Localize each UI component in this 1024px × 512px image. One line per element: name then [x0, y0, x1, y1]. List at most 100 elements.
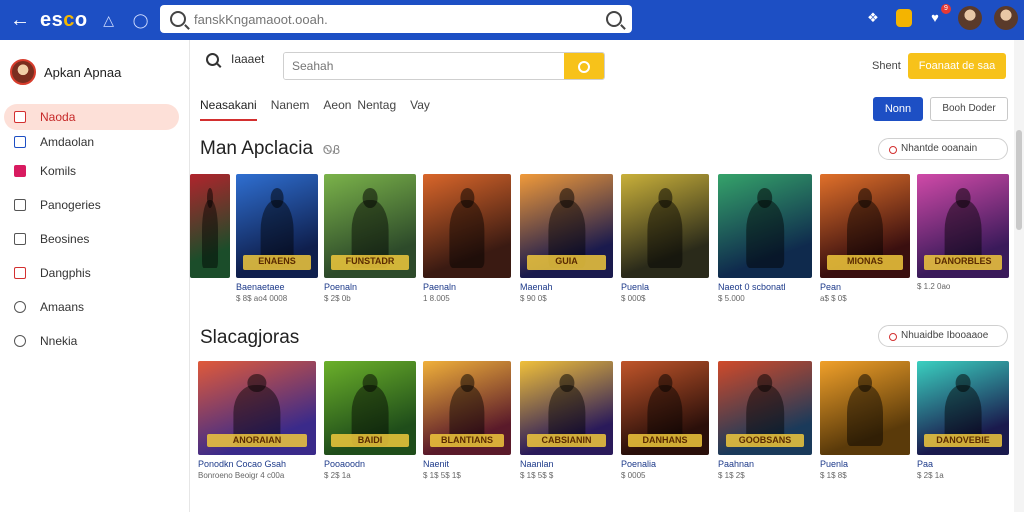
app-thumbnail[interactable] — [423, 174, 511, 278]
tab-2[interactable]: Aeon — [323, 98, 351, 121]
secondary-filter-button[interactable]: Booh Doder — [930, 97, 1008, 121]
notification-badge: 9 — [941, 4, 951, 14]
app-thumbnail[interactable]: DANORBLES — [917, 174, 1009, 278]
app-card[interactable] — [190, 174, 230, 282]
tab-1[interactable]: Nanem — [271, 98, 310, 121]
app-thumbnail[interactable]: DANHANS — [621, 361, 709, 455]
app-card[interactable]: ENAENS Baenaetaee $ 8$ ao4 0008 — [236, 174, 318, 303]
app-thumbnail[interactable]: GOOBSANS — [718, 361, 812, 455]
app-thumbnail[interactable]: DANOVEBIE — [917, 361, 1009, 455]
app-name[interactable]: Naenit — [423, 459, 511, 469]
app-name[interactable]: Paa — [917, 459, 1009, 469]
section-title: Slacagjoras — [200, 327, 300, 348]
app-thumbnail[interactable]: BLANTIANS — [423, 361, 511, 455]
app-card[interactable]: Puenla $ 1$ 8$ — [820, 361, 910, 480]
global-search-input[interactable] — [194, 11, 606, 27]
sidebar-item-games[interactable]: Komils — [4, 154, 179, 188]
app-card[interactable]: FUNSTADR Poenaln $ 2$ 0b — [324, 174, 416, 303]
app-logo[interactable]: esco — [40, 9, 88, 32]
sidebar-item-label: Naoda — [40, 110, 76, 124]
sidebar-item-links[interactable]: Amaans — [4, 290, 179, 324]
app-name[interactable]: Puenla — [621, 282, 709, 292]
app-card[interactable]: GOOBSANS Paahnan $ 1$ 2$ — [718, 361, 812, 480]
search-label: Iaaaet — [231, 52, 265, 66]
search-icon — [206, 52, 219, 66]
app-name[interactable]: Ponodkn Cocao Gsah — [198, 459, 316, 469]
puzzle-icon[interactable]: ❖ — [862, 7, 884, 29]
app-thumbnail[interactable]: CABSIANIN — [520, 361, 613, 455]
app-thumbnail[interactable]: FUNSTADR — [324, 174, 416, 278]
app-thumbnail[interactable] — [190, 174, 230, 278]
app-thumbnail[interactable]: MIONAS — [820, 174, 910, 278]
game-logo: FUNSTADR — [331, 255, 409, 270]
app-thumbnail[interactable]: ANORAIAN — [198, 361, 316, 455]
app-card[interactable]: Naeot 0 scbonatl $ 5.000 — [718, 174, 812, 303]
sort-label[interactable]: Shent — [872, 60, 901, 72]
app-name[interactable]: Paenaln — [423, 282, 511, 292]
app-thumbnail[interactable] — [621, 174, 709, 278]
app-thumbnail[interactable]: BAIDI — [324, 361, 416, 455]
sidebar-item-history[interactable]: Nnekia — [4, 324, 179, 358]
sidebar-item-charts[interactable]: Dangphis — [4, 256, 179, 290]
notifications-icon[interactable]: ♥ 9 — [924, 4, 951, 29]
app-thumbnail[interactable]: ENAENS — [236, 174, 318, 278]
app-meta: 1 8.005 — [423, 294, 450, 303]
app-card[interactable]: DANOVEBIE Paa $ 2$ 1a — [917, 361, 1009, 480]
sidebar-user[interactable]: Apkan Apnaa — [0, 40, 189, 104]
app-card[interactable]: DANORBLES $ 1.2 0ao — [917, 174, 1009, 291]
section-filter-dropdown[interactable]: Nhantde ooanain — [878, 138, 1008, 160]
sidebar-item-edit[interactable]: Beosines — [4, 222, 179, 256]
character-figure — [202, 187, 218, 268]
shield-icon[interactable]: ◯ — [130, 9, 152, 31]
app-thumbnail[interactable]: GUIA — [520, 174, 613, 278]
app-name[interactable]: Naanlan — [520, 459, 613, 469]
main-search-field[interactable] — [283, 52, 605, 80]
scrollbar[interactable] — [1014, 40, 1024, 512]
app-card[interactable]: BLANTIANS Naenit $ 1$ 5$ 1$ — [423, 361, 511, 480]
chart-icon — [14, 267, 26, 279]
app-name[interactable]: Naeot 0 scbonatl — [718, 282, 812, 292]
global-search-bar[interactable] — [160, 5, 632, 33]
app-card[interactable]: GUIA Maenah $ 90 0$ — [520, 174, 613, 303]
app-thumbnail[interactable] — [718, 174, 812, 278]
app-card[interactable]: CABSIANIN Naanlan $ 1$ 5$ $ — [520, 361, 613, 480]
app-thumbnail[interactable] — [820, 361, 910, 455]
tab-bar: Neasakani Nanem Aeon Nentag Vay — [200, 98, 444, 121]
clock-icon — [14, 335, 26, 347]
app-card[interactable]: MIONAS Pean a$ $ 0$ — [820, 174, 910, 303]
app-card[interactable]: Paenaln 1 8.005 — [423, 174, 511, 303]
app-card[interactable]: ANORAIAN Ponodkn Cocao Gsah Bonroeno Beoig… — [198, 361, 316, 480]
app-name[interactable]: Poenaln — [324, 282, 416, 292]
app-meta: $ 2$ 0b — [324, 294, 351, 303]
sidebar-item-apps[interactable]: Amdaolan — [4, 130, 179, 154]
secondary-avatar[interactable] — [994, 6, 1018, 30]
primary-filter-button[interactable]: Nonn — [873, 97, 923, 121]
app-name[interactable]: Maenah — [520, 282, 613, 292]
app-name[interactable]: Paahnan — [718, 459, 812, 469]
tab-0[interactable]: Neasakani — [200, 98, 257, 121]
bell-icon[interactable]: △ — [98, 9, 120, 31]
search-submit-icon[interactable] — [606, 11, 622, 27]
app-name[interactable]: Puenla — [820, 459, 910, 469]
app-name[interactable]: Pean — [820, 282, 910, 292]
app-card[interactable]: DANHANS Poenalia $ 0005 — [621, 361, 709, 480]
game-logo: ENAENS — [242, 255, 312, 270]
main-search-input[interactable] — [284, 53, 564, 79]
sidebar-item-categories[interactable]: Panogeries — [4, 188, 179, 222]
tab-3[interactable]: Nentag — [357, 98, 396, 121]
avatar[interactable] — [958, 6, 982, 30]
app-name[interactable]: Baenaetaee — [236, 282, 318, 292]
app-card[interactable]: Puenla $ 000$ — [621, 174, 709, 303]
tab-4[interactable]: Vay — [410, 98, 430, 121]
scrollbar-thumb[interactable] — [1016, 130, 1022, 230]
section-filter-dropdown[interactable]: Nhuaidbe Ibooaaoe — [878, 325, 1008, 347]
app-name[interactable]: Pooaoodn — [324, 459, 416, 469]
back-arrow-icon[interactable]: ← — [8, 8, 32, 32]
bookmark-icon[interactable] — [896, 9, 912, 27]
app-card[interactable]: BAIDI Pooaoodn $ 2$ 1a — [324, 361, 416, 480]
featured-button[interactable]: Foanaat de saa — [908, 53, 1006, 79]
app-name[interactable]: Poenalia — [621, 459, 709, 469]
search-submit-button[interactable] — [564, 53, 604, 79]
sidebar-item-home[interactable]: Naoda — [4, 104, 179, 130]
sidebar-item-label: Nnekia — [40, 334, 78, 348]
